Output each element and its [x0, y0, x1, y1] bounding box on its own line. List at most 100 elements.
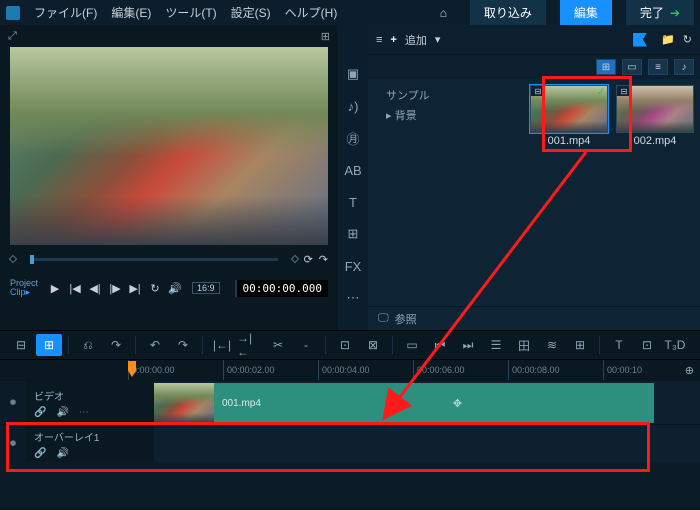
ruler-tick: 00:00:06.00: [413, 360, 508, 380]
ruler-tick: 00:00:08.00: [508, 360, 603, 380]
tool-button[interactable]: ≋: [539, 334, 565, 356]
menu-tools[interactable]: ツール(T): [165, 4, 216, 21]
view-list-button[interactable]: ≡: [648, 59, 668, 75]
scrub-end-icon[interactable]: [290, 255, 298, 263]
add-plus-icon[interactable]: +: [390, 34, 396, 46]
scrub-start-icon[interactable]: [9, 255, 17, 263]
timeline-clip[interactable]: 001.mp4 ✥: [154, 383, 654, 423]
next-frame-button[interactable]: |▶: [106, 282, 124, 295]
library-item[interactable]: ⊟ ✓ 001.mp4: [530, 85, 608, 147]
goto-start-button[interactable]: |◀: [66, 282, 84, 295]
lib-menu-icon[interactable]: ≡: [376, 34, 382, 46]
timecode[interactable]: 00:00:00.000: [235, 280, 328, 297]
tree-background[interactable]: ▸ 背景: [378, 105, 514, 125]
ruler-tick: 00:00:04.00: [318, 360, 413, 380]
flag-icon[interactable]: [633, 33, 647, 47]
loop-icon[interactable]: ⟳: [304, 253, 313, 266]
preview-video[interactable]: [10, 47, 328, 245]
redo-button[interactable]: ↷: [170, 334, 196, 356]
add-label[interactable]: 追加: [405, 32, 427, 48]
tool-button[interactable]: ☰: [483, 334, 509, 356]
menu-edit[interactable]: 編集(E): [111, 4, 151, 21]
view-grid-button[interactable]: ⊞: [596, 59, 616, 75]
tab-edit[interactable]: 編集: [560, 0, 612, 25]
goto-icon[interactable]: ↷: [319, 253, 328, 266]
tool-media-icon[interactable]: ▣: [347, 65, 359, 83]
browse-icon[interactable]: 🖵: [378, 312, 389, 325]
tool-button[interactable]: ⊠: [360, 334, 386, 356]
library-items: ⊟ ✓ 001.mp4 ⊟ 002.mp4: [524, 79, 700, 306]
scrub-track[interactable]: [30, 258, 278, 261]
film-icon: ⊟: [617, 86, 631, 96]
menu-settings[interactable]: 設定(S): [231, 4, 271, 21]
scrub-bar: ⟳ ↷: [0, 245, 338, 273]
undo-button[interactable]: ↶: [142, 334, 168, 356]
tool-audio-icon[interactable]: ♪): [348, 97, 359, 115]
zoom-icon[interactable]: ⊕: [685, 364, 694, 377]
tool-fx-icon[interactable]: FX: [345, 257, 362, 275]
menu-help[interactable]: ヘルプ(H): [285, 4, 338, 21]
aspect-ratio[interactable]: 16:9: [192, 282, 220, 294]
tool-button[interactable]: ↷: [103, 334, 129, 356]
track-label: オーバーレイ1: [34, 429, 146, 444]
prev-frame-button[interactable]: ◀|: [86, 282, 104, 295]
track-lane[interactable]: 001.mp4 ✥: [154, 381, 700, 424]
track-label: ビデオ: [34, 388, 146, 403]
tool-button[interactable]: |←|: [209, 334, 235, 356]
track-lane[interactable]: [154, 425, 700, 462]
tool-button[interactable]: T: [606, 334, 632, 356]
library-item-caption: 001.mp4: [530, 133, 608, 147]
tool-graphic-icon[interactable]: ⊞: [348, 225, 359, 243]
volume-button[interactable]: 🔊: [166, 282, 184, 295]
track-volume-icon[interactable]: 🔊: [56, 448, 68, 459]
track-link-icon[interactable]: 🔗: [34, 407, 46, 418]
track-volume-icon[interactable]: 🔊: [56, 407, 68, 418]
tree-sample[interactable]: サンプル: [378, 85, 514, 105]
menu-bar: ファイル(F) 編集(E) ツール(T) 設定(S) ヘルプ(H) ⌂ 取り込み…: [0, 0, 700, 25]
tool-button[interactable]: ⏮: [427, 334, 453, 356]
tool-transition-icon[interactable]: ㊊: [346, 129, 359, 147]
repeat-button[interactable]: ↻: [146, 282, 164, 295]
track-video: ⏺ ビデオ 🔗 🔊 ⋯ 001.mp4 ✥: [0, 380, 700, 424]
track-more-icon[interactable]: ⋯: [79, 407, 89, 418]
play-button[interactable]: ▶: [46, 282, 64, 295]
tool-button[interactable]: T₃D: [662, 334, 688, 356]
tool-button[interactable]: ▭: [399, 334, 425, 356]
folder-icon[interactable]: 📁: [661, 33, 675, 46]
track-camera-icon[interactable]: ⏺: [0, 425, 26, 462]
timeline-ruler[interactable]: 0:00:00.00 00:00:02.00 00:00:04.00 00:00…: [0, 360, 700, 380]
move-icon[interactable]: ✥: [261, 397, 654, 410]
clip-label[interactable]: Clip▸: [10, 288, 38, 297]
tool-button[interactable]: -: [293, 334, 319, 356]
tab-capture[interactable]: 取り込み: [470, 0, 546, 25]
tool-button[interactable]: ⊡: [332, 334, 358, 356]
tool-more-icon[interactable]: ⋯: [347, 289, 360, 307]
timeline-view-button[interactable]: ⊞: [36, 334, 62, 356]
view-wide-button[interactable]: ▭: [622, 59, 642, 75]
tool-button[interactable]: →|←: [237, 334, 263, 356]
tool-column: ▣ ♪) ㊊ AB T ⊞ FX ⋯: [338, 25, 368, 330]
track-camera-icon[interactable]: ⏺: [0, 381, 26, 424]
add-dropdown-icon[interactable]: ▾: [435, 33, 441, 46]
track-link-icon[interactable]: 🔗: [34, 448, 46, 459]
done-arrow-icon: ➔: [670, 6, 680, 20]
tool-button[interactable]: 田: [511, 334, 537, 356]
library-item[interactable]: ⊟ 002.mp4: [616, 85, 694, 147]
tool-button[interactable]: ⏭: [455, 334, 481, 356]
expand-icon[interactable]: ⤢: [8, 30, 17, 43]
view-audio-button[interactable]: ♪: [674, 59, 694, 75]
tool-button[interactable]: ⊞: [567, 334, 593, 356]
storyboard-view-button[interactable]: ⊟: [8, 334, 34, 356]
tab-done[interactable]: 完了 ➔: [626, 0, 694, 25]
rotate-icon[interactable]: ↻: [683, 33, 692, 46]
split-button[interactable]: ✂: [265, 334, 291, 356]
tool-title-ab-icon[interactable]: AB: [344, 161, 361, 179]
tool-text-icon[interactable]: T: [349, 193, 357, 211]
tool-button[interactable]: ⎌: [75, 334, 101, 356]
tool-button[interactable]: ⊡: [634, 334, 660, 356]
menu-file[interactable]: ファイル(F): [34, 4, 97, 21]
browse-label[interactable]: 参照: [395, 311, 417, 327]
home-icon[interactable]: ⌂: [431, 6, 456, 20]
snapshot-icon[interactable]: ⊞: [321, 30, 330, 43]
goto-end-button[interactable]: ▶|: [126, 282, 144, 295]
